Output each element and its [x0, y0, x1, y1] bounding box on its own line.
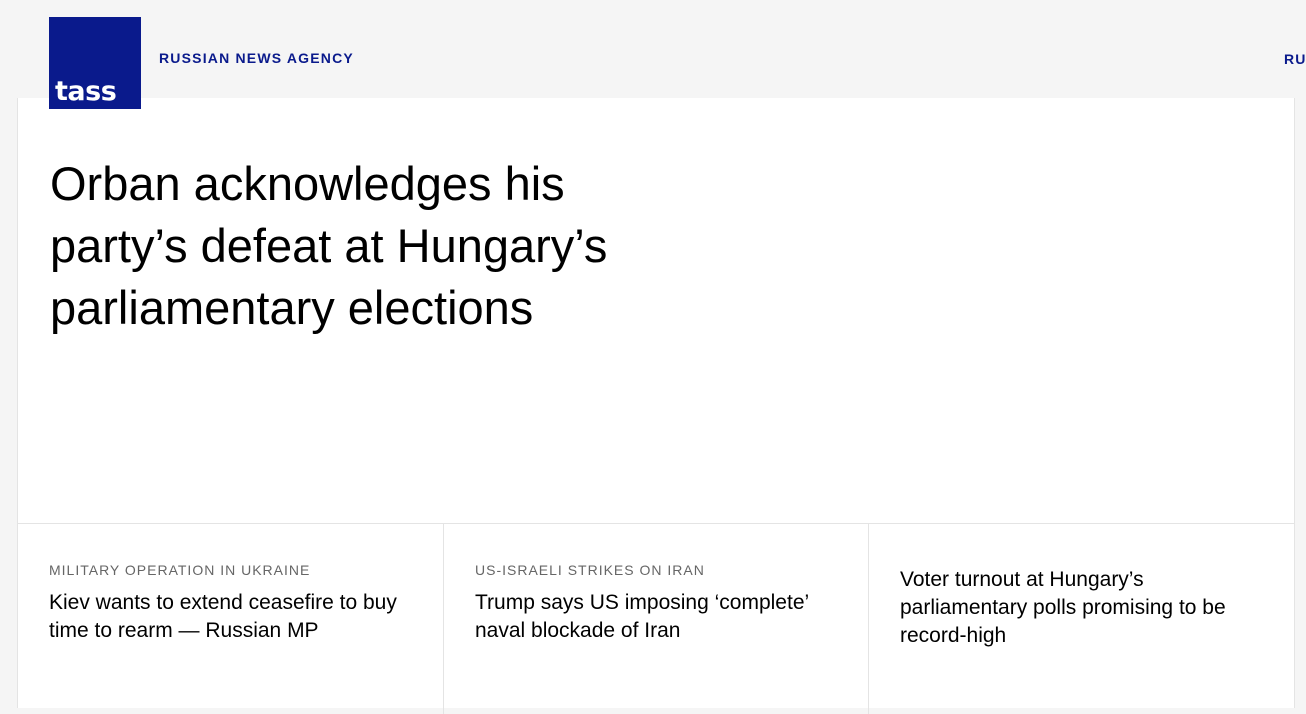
- language-switch-link[interactable]: RU: [1284, 51, 1306, 67]
- main-headline-link[interactable]: Orban acknowledges his party’s defeat at…: [50, 153, 690, 339]
- news-item[interactable]: Voter turnout at Hungary’s parliamentary…: [868, 524, 1294, 714]
- news-rubric[interactable]: US-ISRAELI STRIKES ON IRAN: [475, 562, 848, 578]
- agency-tagline[interactable]: RUSSIAN NEWS AGENCY: [159, 50, 354, 66]
- news-title[interactable]: Voter turnout at Hungary’s parliamentary…: [900, 566, 1274, 650]
- main-content-card: Orban acknowledges his party’s defeat at…: [17, 98, 1295, 714]
- news-title[interactable]: Kiev wants to extend ceasefire to buy ti…: [49, 589, 423, 645]
- news-rubric[interactable]: MILITARY OPERATION IN UKRAINE: [49, 562, 423, 578]
- logo-text: tass: [55, 76, 117, 107]
- news-row: MILITARY OPERATION IN UKRAINE Kiev wants…: [18, 523, 1294, 714]
- site-header: tass RUSSIAN NEWS AGENCY RU: [0, 0, 1306, 109]
- news-item[interactable]: US-ISRAELI STRIKES ON IRAN Trump says US…: [443, 524, 868, 714]
- tass-logo[interactable]: tass: [49, 17, 141, 109]
- news-title[interactable]: Trump says US imposing ‘complete’ naval …: [475, 589, 848, 645]
- news-item[interactable]: MILITARY OPERATION IN UKRAINE Kiev wants…: [18, 524, 443, 714]
